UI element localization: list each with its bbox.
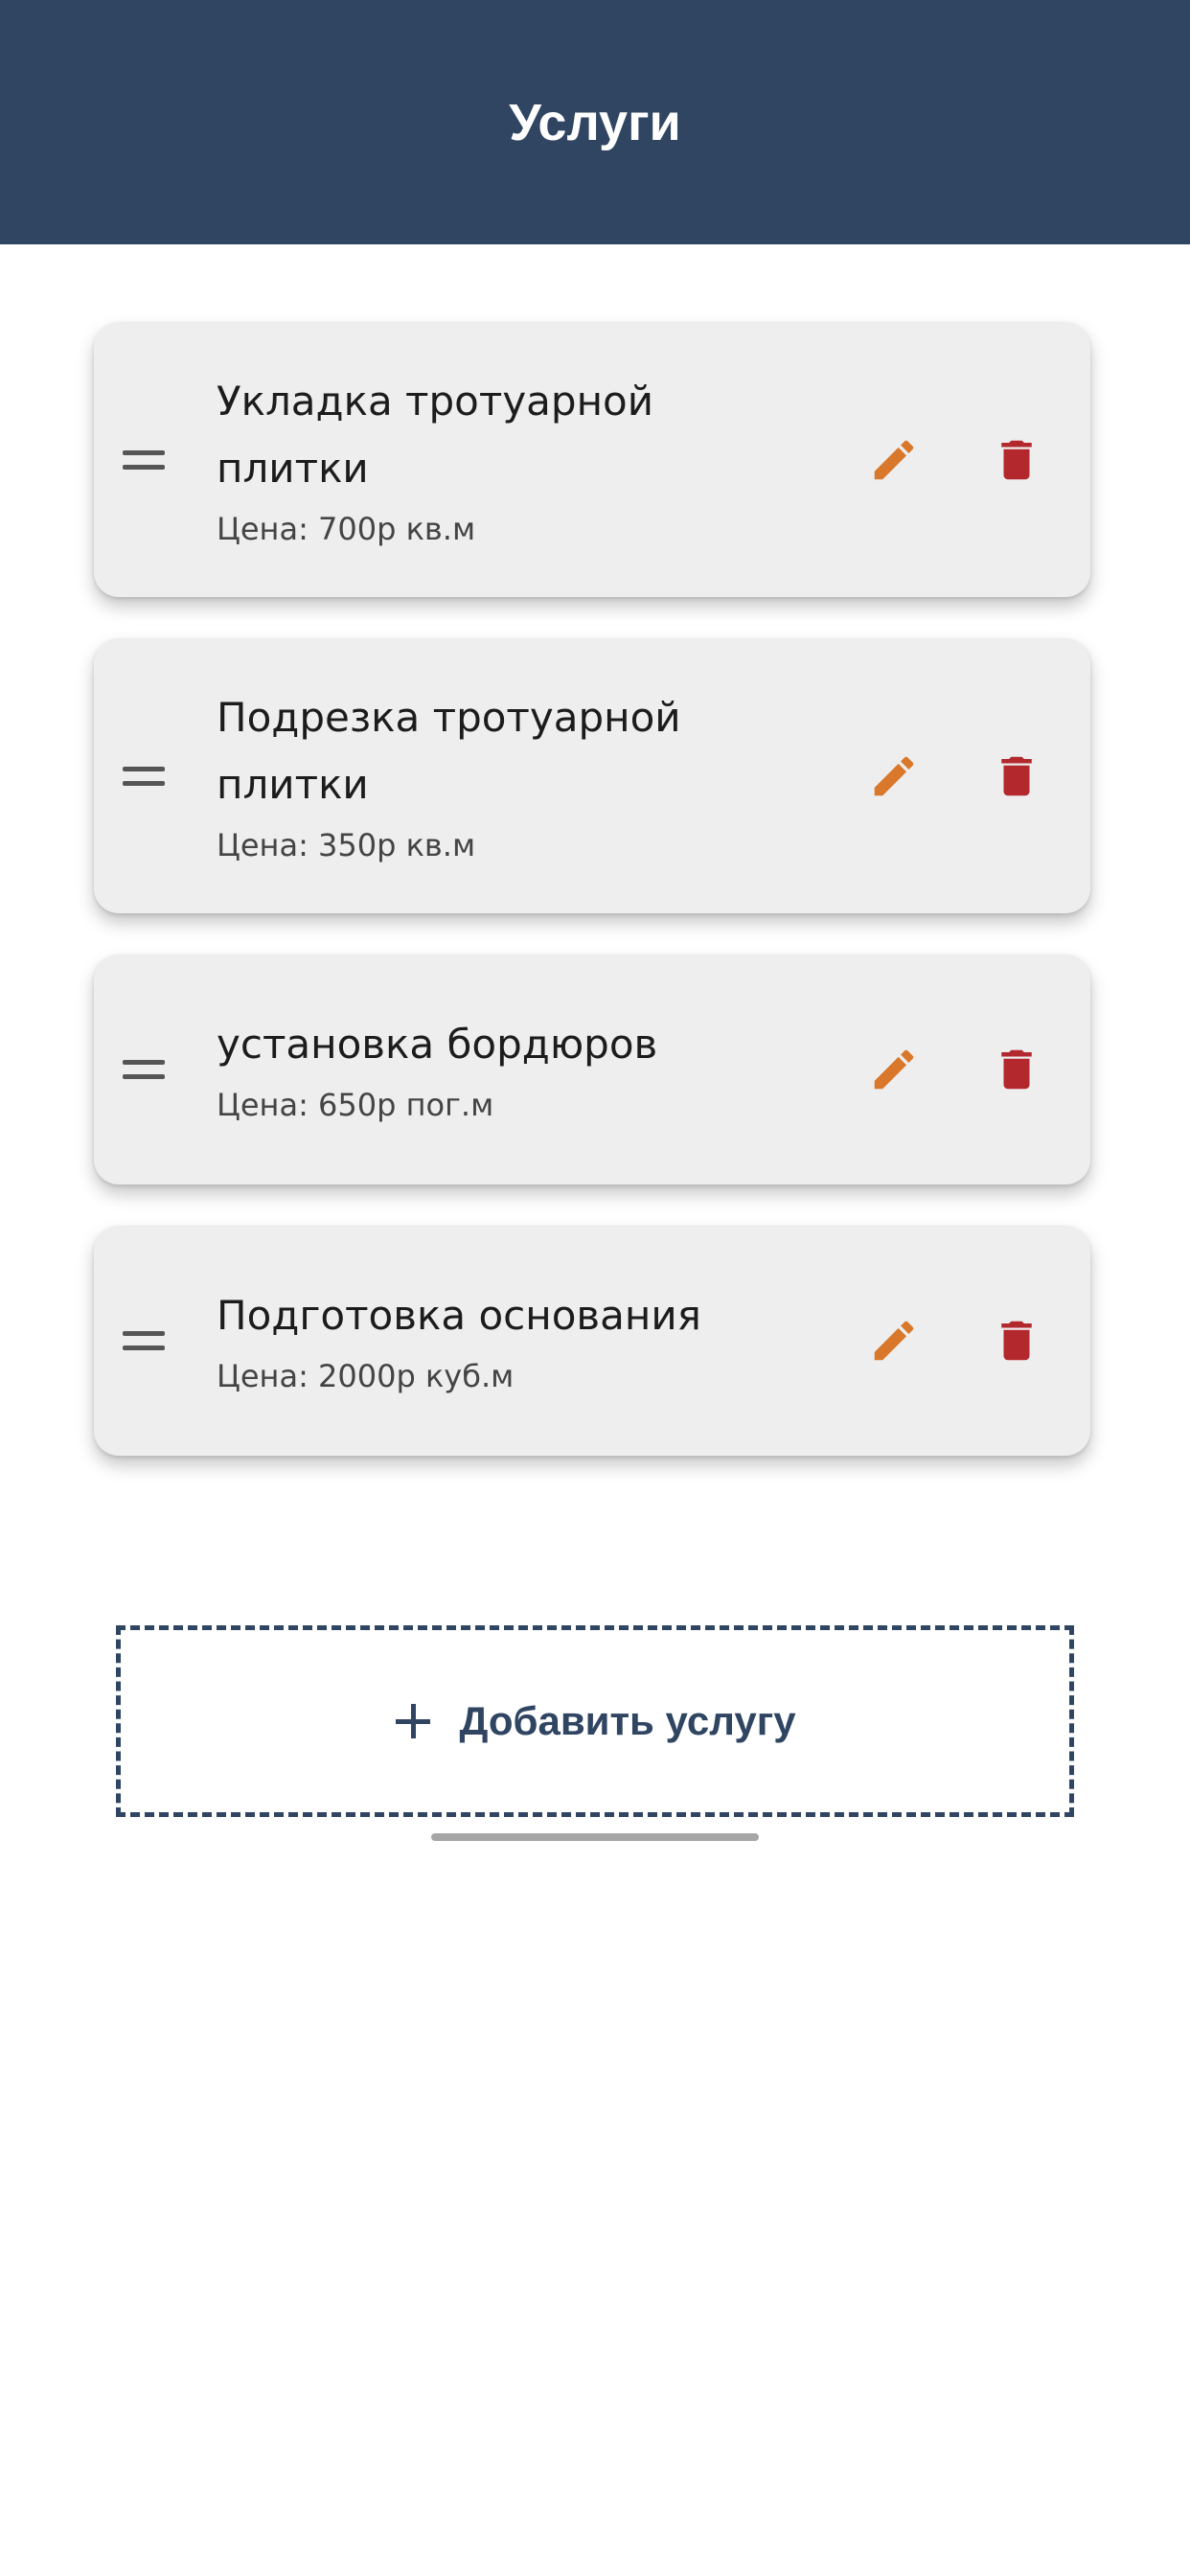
drag-handle-icon[interactable] bbox=[123, 1060, 165, 1079]
service-title-line: Подготовка основания bbox=[217, 1292, 701, 1339]
service-info: установка бордюров Цена: 650р пог.м bbox=[217, 1011, 868, 1128]
service-title-line: Укладка тротуарной bbox=[217, 377, 654, 425]
service-title: установка бордюров bbox=[217, 1011, 868, 1078]
service-price: Цена: 700р кв.м bbox=[217, 510, 476, 547]
drag-handle-icon[interactable] bbox=[123, 766, 165, 786]
plus-icon bbox=[396, 1704, 431, 1738]
edit-button[interactable] bbox=[860, 743, 927, 810]
service-card[interactable]: Укладка тротуарной плитки Цена: 700р кв.… bbox=[94, 322, 1090, 597]
add-service-label: Добавить услугу bbox=[459, 1698, 796, 1743]
service-title-line: плитки bbox=[217, 760, 369, 808]
drag-handle-icon[interactable] bbox=[123, 1331, 165, 1350]
service-card[interactable]: установка бордюров Цена: 650р пог.м bbox=[94, 954, 1090, 1184]
services-list: Укладка тротуарной плитки Цена: 700р кв.… bbox=[94, 322, 1090, 1497]
service-price: Цена: 2000р куб.м bbox=[217, 1358, 515, 1394]
service-title: Укладка тротуарной плитки bbox=[217, 368, 868, 502]
edit-button[interactable] bbox=[860, 426, 927, 494]
pencil-icon bbox=[874, 440, 914, 479]
home-indicator[interactable] bbox=[431, 1833, 759, 1841]
service-card[interactable]: Подрезка тротуарной плитки Цена: 350р кв… bbox=[94, 638, 1090, 913]
drag-handle-icon[interactable] bbox=[123, 449, 165, 470]
pencil-icon bbox=[874, 1321, 914, 1361]
service-title-line: Подрезка тротуарной bbox=[217, 693, 681, 741]
service-info: Подрезка тротуарной плитки Цена: 350р кв… bbox=[217, 684, 868, 868]
edit-button[interactable] bbox=[860, 1307, 927, 1374]
service-title: Подготовка основания bbox=[217, 1282, 868, 1349]
delete-button[interactable] bbox=[983, 743, 1050, 810]
delete-button[interactable] bbox=[983, 1036, 1050, 1103]
pencil-icon bbox=[874, 756, 914, 795]
trash-icon bbox=[1001, 1049, 1032, 1090]
trash-icon bbox=[1001, 756, 1032, 795]
service-title-line: плитки bbox=[217, 444, 369, 492]
trash-icon bbox=[1001, 440, 1032, 479]
pencil-icon bbox=[874, 1049, 914, 1090]
service-title-line: установка бордюров bbox=[217, 1021, 658, 1068]
page-title: Услуги bbox=[509, 93, 681, 151]
delete-button[interactable] bbox=[983, 426, 1050, 494]
trash-icon bbox=[1001, 1321, 1032, 1361]
edit-button[interactable] bbox=[860, 1036, 927, 1103]
service-price: Цена: 650р пог.м bbox=[217, 1087, 494, 1123]
service-price: Цена: 350р кв.м bbox=[217, 826, 476, 863]
service-info: Подготовка основания Цена: 2000р куб.м bbox=[217, 1282, 868, 1399]
service-title: Подрезка тротуарной плитки bbox=[217, 684, 868, 818]
service-info: Укладка тротуарной плитки Цена: 700р кв.… bbox=[217, 368, 868, 552]
service-card[interactable]: Подготовка основания Цена: 2000р куб.м bbox=[94, 1226, 1090, 1456]
app-bar: Услуги bbox=[0, 0, 1190, 244]
add-service-button[interactable]: Добавить услугу bbox=[116, 1625, 1074, 1817]
delete-button[interactable] bbox=[983, 1307, 1050, 1374]
